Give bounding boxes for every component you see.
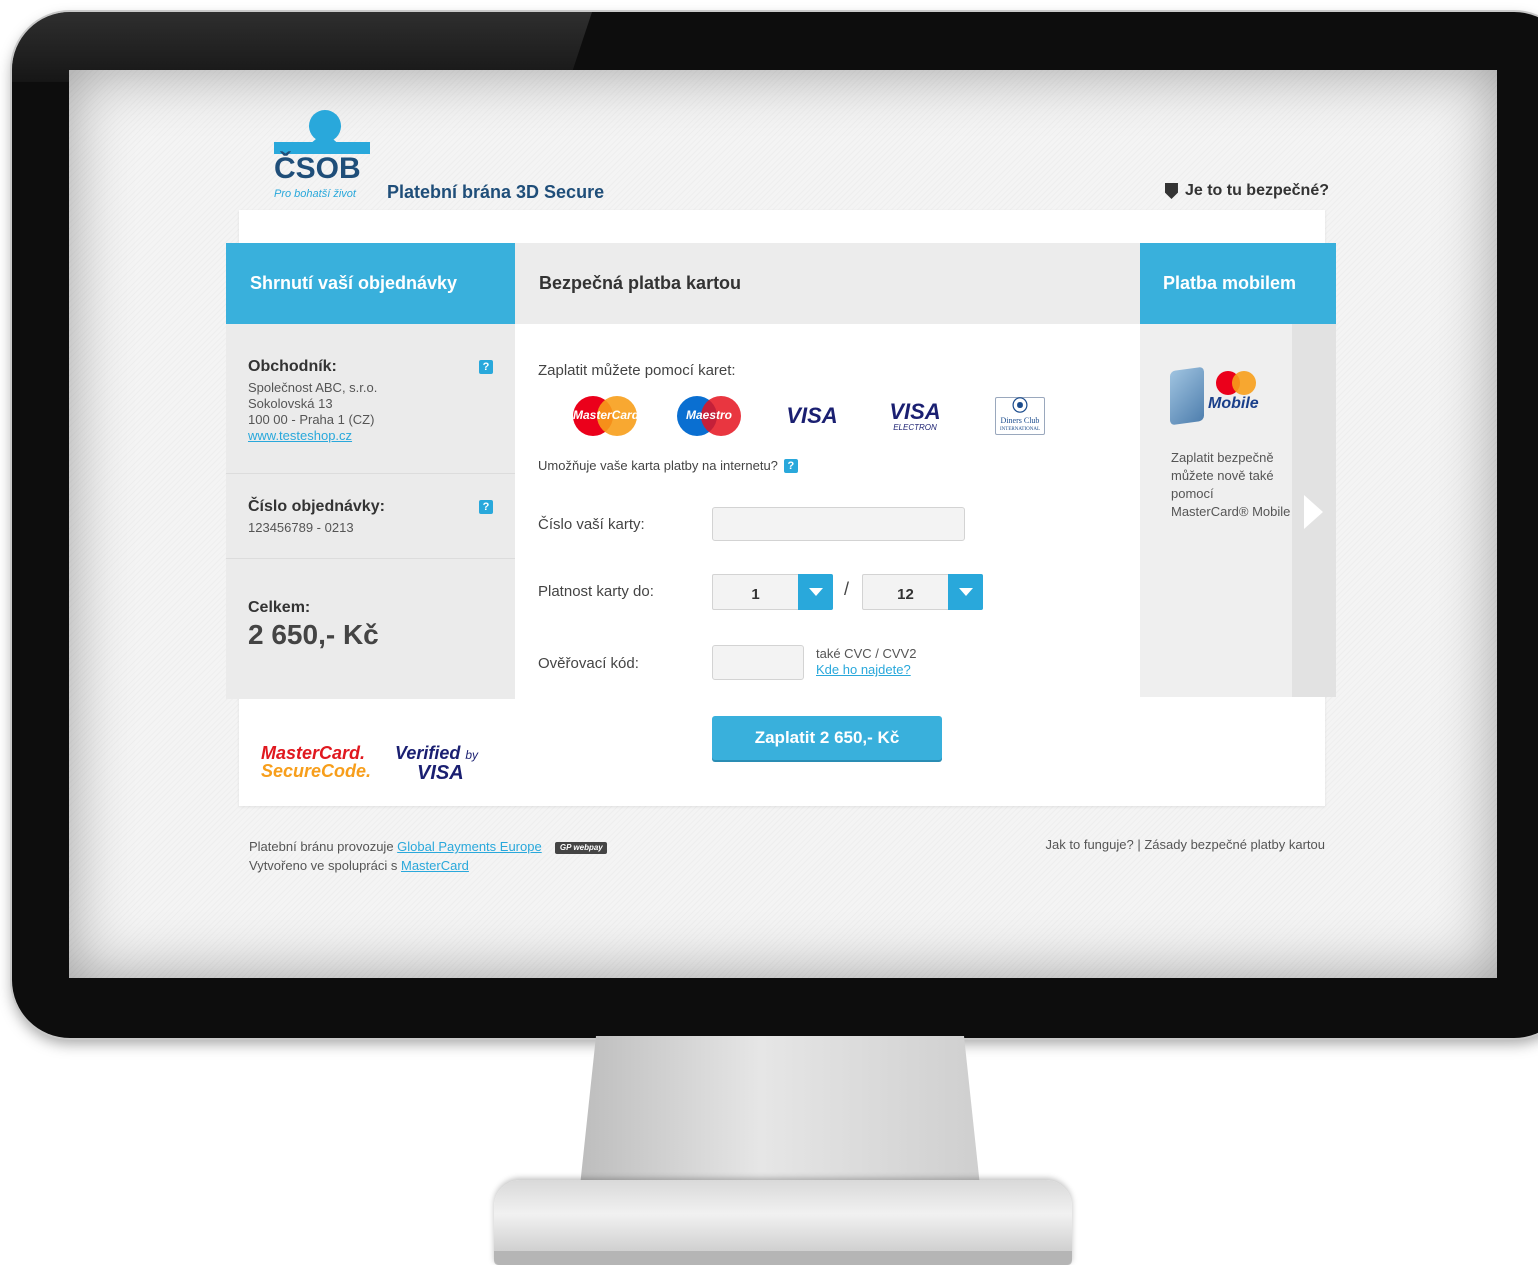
gp-webpay-badge: GP webpay: [555, 841, 608, 854]
monitor-base-edge: [494, 1251, 1072, 1265]
footer-left: Platební bránu provozuje Global Payments…: [249, 837, 608, 875]
cvc-label: Ověřovací kód:: [538, 655, 639, 672]
order-summary-column: Shrnutí vaší objednávky Obchodník: Spole…: [226, 243, 515, 699]
merchant-street: Sokolovská 13: [248, 396, 333, 411]
diners-club-logo: ⦿ Diners Club INTERNATIONAL: [995, 396, 1045, 436]
cvc-where-link[interactable]: Kde ho najdete?: [816, 662, 916, 678]
merchant-name: Společnost ABC, s.r.o.: [248, 380, 378, 395]
csob-logo[interactable]: ČSOB Pro bohatší život: [274, 110, 370, 205]
order-help-icon[interactable]: ?: [479, 500, 493, 514]
gateway-title: Platební brána 3D Secure: [387, 182, 605, 202]
diners-logo-subtext: INTERNATIONAL: [1000, 427, 1040, 432]
expiry-month-value: 1: [751, 586, 760, 603]
mcsc-line1: MasterCard.: [261, 743, 366, 763]
expiry-label: Platnost karty do:: [538, 583, 654, 600]
vbv-line2: VISA: [417, 762, 464, 784]
total-label: Celkem:: [248, 599, 311, 616]
logo-slogan: Pro bohatší život: [274, 188, 356, 200]
order-number-value: 123456789 - 0213: [248, 520, 354, 535]
mobile-payment-tab[interactable]: Platba mobilem: [1140, 243, 1336, 324]
vbv-line1: Verified: [395, 743, 461, 763]
card-number-label: Číslo vaší karty:: [538, 516, 645, 533]
footer-coop-prefix: Vytvořeno ve spolupráci s: [249, 858, 398, 873]
order-number-block: Číslo objednávky: 123456789 - 0213 ?: [226, 474, 515, 559]
monitor-neck: [580, 1036, 980, 1186]
visa-logo: VISA: [786, 396, 838, 436]
visa-electron-subtext: ELECTRON: [893, 422, 937, 432]
safety-link[interactable]: Je to tu bezpečné?: [1164, 182, 1329, 200]
internet-help-icon[interactable]: ?: [783, 458, 798, 473]
mobile-logo-word: Mobile: [1208, 395, 1259, 412]
shield-icon: [1164, 183, 1178, 199]
footer-help-links[interactable]: Jak to funguje? | Zásady bezpečné platby…: [1046, 837, 1325, 852]
merchant-help-icon[interactable]: ?: [479, 360, 493, 374]
secure-logos: MasterCard. SecureCode. Verified by VISA: [261, 744, 501, 784]
mobile-next-button[interactable]: [1292, 324, 1336, 697]
internet-payments-question-text: Umožňuje vaše karta platby na internetu?: [538, 458, 778, 473]
expiry-month-select[interactable]: 1: [712, 574, 833, 610]
phone-icon: [1170, 366, 1204, 426]
expiry-year-value: 12: [897, 586, 914, 603]
card-payment-title: Bezpečná platba kartou: [515, 243, 1140, 324]
cvc-input[interactable]: [712, 645, 804, 680]
maestro-logo: Maestro: [677, 396, 741, 436]
cvc-note-text: také CVC / CVV2: [816, 646, 917, 661]
verified-by-visa-logo: Verified by VISA: [395, 743, 479, 784]
mcsc-line2: SecureCode.: [261, 761, 372, 781]
mastercard-link[interactable]: MasterCard: [401, 858, 469, 873]
accepted-cards-label: Zaplatit můžete pomocí karet:: [538, 362, 736, 379]
total-block: Celkem: 2 650,- Kč: [226, 559, 515, 651]
footer-operator-prefix: Platební bránu provozuje: [249, 839, 394, 854]
footer-coop-line: Vytvořeno ve spolupráci s MasterCard: [249, 856, 607, 875]
total-value: 2 650,- Kč: [248, 619, 379, 650]
mastercard-mini-icon: [1216, 371, 1258, 395]
diners-logo-text: Diners Club: [1000, 416, 1040, 425]
chevron-down-icon[interactable]: [798, 574, 833, 610]
chevron-down-icon[interactable]: [948, 574, 983, 610]
mastercard-mobile-logo: Mobile: [1170, 365, 1262, 427]
expiry-year-select[interactable]: 12: [862, 574, 983, 610]
merchant-url-link[interactable]: www.testeshop.cz: [248, 428, 493, 444]
monitor-bezel: ČSOB Pro bohatší život Platební brána 3D…: [12, 12, 1538, 1038]
order-number-label: Číslo objednávky:: [248, 498, 385, 515]
visa-electron-text: VISA: [889, 398, 941, 424]
visa-logo-text: VISA: [786, 403, 838, 428]
order-summary-title: Shrnutí vaší objednávky: [226, 243, 515, 324]
mastercard-logo: MasterCard: [573, 396, 640, 436]
monitor-screen: ČSOB Pro bohatší život Platební brána 3D…: [69, 70, 1497, 978]
expiry-separator: /: [844, 579, 850, 599]
mastercard-securecode-logo: MasterCard. SecureCode.: [261, 744, 371, 780]
merchant-label: Obchodník:: [248, 358, 337, 375]
vbv-by: by: [465, 748, 479, 762]
pay-button[interactable]: Zaplatit 2 650,- Kč: [712, 716, 942, 760]
mobile-payment-column: Platba mobilem Mobile Zaplatit bezpečně …: [1140, 243, 1336, 697]
internet-payments-question[interactable]: Umožňuje vaše karta platby na internetu?…: [538, 458, 798, 473]
safety-link-label: Je to tu bezpečné?: [1184, 182, 1329, 199]
merchant-city: 100 00 - Praha 1 (CZ): [248, 412, 375, 427]
maestro-logo-text: Maestro: [685, 408, 732, 422]
logo-head-shape: [309, 110, 341, 142]
chevron-right-icon: [1304, 495, 1323, 529]
visa-electron-logo: VISA ELECTRON: [887, 396, 943, 436]
mobile-payment-text: Zaplatit bezpečně můžete nově také pomoc…: [1171, 450, 1291, 519]
cvc-note: také CVC / CVV2 Kde ho najdete?: [816, 646, 916, 678]
logo-text: ČSOB: [274, 152, 361, 185]
merchant-block: Obchodník: Společnost ABC, s.r.o. Sokolo…: [226, 324, 515, 474]
global-payments-link[interactable]: Global Payments Europe: [397, 839, 542, 854]
card-number-input[interactable]: [712, 507, 965, 541]
footer-operator-line: Platební bránu provozuje Global Payments…: [249, 837, 608, 856]
mastercard-logo-text: MasterCard: [573, 408, 640, 422]
